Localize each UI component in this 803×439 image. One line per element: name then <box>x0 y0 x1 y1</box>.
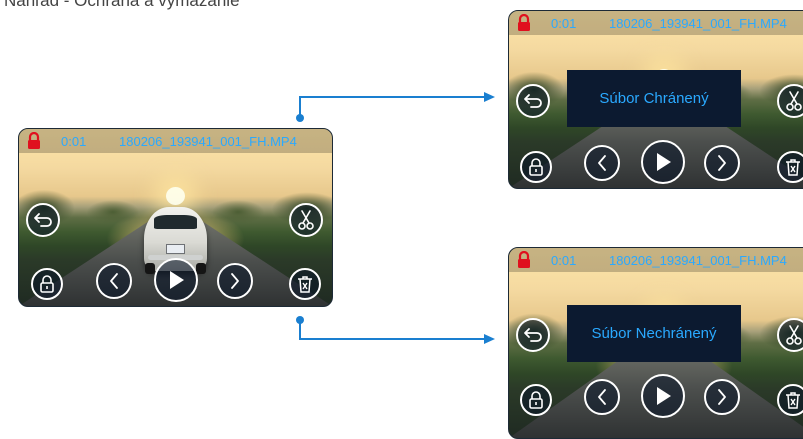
trash-icon <box>298 276 312 293</box>
status-banner: Súbor Nechránený <box>567 305 741 362</box>
lock-icon <box>518 14 530 31</box>
previous-button[interactable] <box>584 379 620 415</box>
file-name: 180206_193941_001_FH.MP4 <box>609 16 787 31</box>
status-bar: 0:01 180206_193941_001_FH.MP4 <box>509 11 803 35</box>
next-button[interactable] <box>704 145 740 181</box>
play-button[interactable] <box>641 140 685 184</box>
padlock-icon <box>529 158 543 176</box>
chevron-right-icon <box>718 389 726 405</box>
trim-button[interactable] <box>289 203 323 237</box>
trash-icon <box>786 392 800 409</box>
scissors-icon <box>786 91 802 111</box>
trim-button[interactable] <box>777 318 803 352</box>
delete-button[interactable] <box>289 268 321 300</box>
protected-preview-screen: 0:01 180206_193941_001_FH.MP4 Súbor Chrá… <box>508 10 803 189</box>
playback-time: 0:01 <box>551 16 577 31</box>
play-icon <box>657 387 671 405</box>
protect-button[interactable] <box>520 151 552 183</box>
protect-button[interactable] <box>520 384 552 416</box>
back-arrow-icon <box>524 94 542 108</box>
lock-icon <box>518 251 530 268</box>
play-button[interactable] <box>154 258 198 302</box>
back-button[interactable] <box>26 203 60 237</box>
delete-button[interactable] <box>777 384 803 416</box>
file-name: 180206_193941_001_FH.MP4 <box>119 134 297 149</box>
next-button[interactable] <box>704 379 740 415</box>
delete-button[interactable] <box>777 151 803 183</box>
file-name: 180206_193941_001_FH.MP4 <box>609 253 787 268</box>
scissors-icon <box>298 210 314 230</box>
chevron-left-icon <box>598 155 606 171</box>
chevron-left-icon <box>110 273 118 289</box>
playback-time: 0:01 <box>551 253 577 268</box>
trash-icon <box>786 159 800 176</box>
chevron-right-icon <box>231 273 239 289</box>
back-button[interactable] <box>516 318 550 352</box>
lock-icon <box>28 132 40 149</box>
back-arrow-icon <box>524 328 542 342</box>
main-preview-screen: 0:01 180206_193941_001_FH.MP4 <box>18 128 333 307</box>
previous-button[interactable] <box>96 263 132 299</box>
previous-button[interactable] <box>584 145 620 181</box>
back-button[interactable] <box>516 84 550 118</box>
play-icon <box>170 271 184 289</box>
next-button[interactable] <box>217 263 253 299</box>
chevron-right-icon <box>718 155 726 171</box>
scissors-icon <box>786 325 802 345</box>
chevron-left-icon <box>598 389 606 405</box>
protect-button[interactable] <box>31 268 63 300</box>
padlock-icon <box>529 391 543 409</box>
trim-button[interactable] <box>777 84 803 118</box>
unprotected-preview-screen: 0:01 180206_193941_001_FH.MP4 Súbor Nech… <box>508 247 803 439</box>
page-title: Náhľad - Ochrana a vymazanie <box>4 0 240 10</box>
playback-time: 0:01 <box>61 134 87 149</box>
play-icon <box>657 153 671 171</box>
padlock-icon <box>40 275 54 293</box>
play-button[interactable] <box>641 374 685 418</box>
status-banner: Súbor Chránený <box>567 70 741 127</box>
status-bar: 0:01 180206_193941_001_FH.MP4 <box>509 248 803 272</box>
status-bar: 0:01 180206_193941_001_FH.MP4 <box>19 129 332 153</box>
back-arrow-icon <box>34 213 52 227</box>
